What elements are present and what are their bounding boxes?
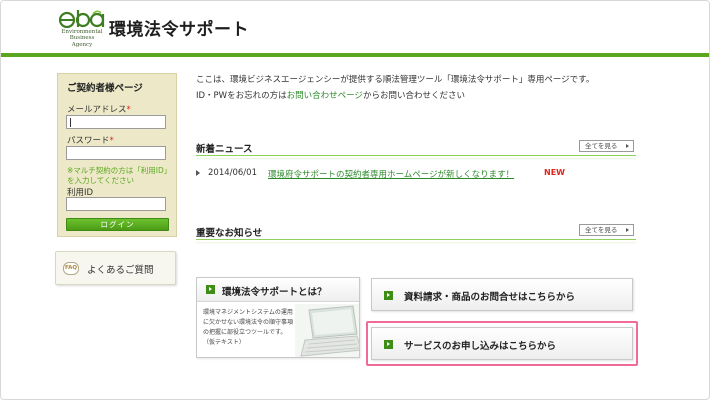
notices-section-title: 重要なお知らせ	[196, 228, 263, 239]
laptop-image	[295, 304, 359, 357]
eba-logo-icon	[59, 10, 105, 29]
notices-see-all-button[interactable]: 全てを見る	[579, 224, 634, 236]
faq-label: よくあるご質問	[87, 265, 154, 276]
login-panel: ご契約者様ページ メールアドレス* パスワード* ※マルチ契約の方は「利用ID」…	[57, 73, 177, 237]
news-link[interactable]: 環境府令サポートの契約者専用ホームページが新しくなります！	[268, 168, 514, 180]
news-section-title: 新着ニュース	[196, 144, 253, 155]
about-card-header: 環境法令サポートとは？	[197, 278, 359, 302]
arrow-right-icon	[626, 228, 629, 232]
text-caret	[70, 118, 71, 127]
intro-forgot-text: ID・PWをお忘れの方はお問い合わせページからお問い合わせください	[196, 91, 465, 101]
about-title: 環境法令サポートとは？	[222, 287, 327, 298]
password-label: パスワード*	[67, 136, 114, 146]
faq-button[interactable]: FAQ よくあるご質問	[55, 251, 176, 285]
logo-subtext: Environmental Business Agency	[61, 29, 103, 48]
highlight-box	[366, 321, 638, 366]
site-header: Environmental Business Agency 環境法令サポート	[1, 1, 709, 53]
required-mark: *	[109, 136, 114, 146]
password-field[interactable]	[66, 146, 166, 160]
faq-icon: FAQ	[63, 262, 79, 275]
news-date: 2014/06/01	[208, 168, 257, 178]
new-badge: NEW	[544, 168, 565, 177]
green-arrow-icon	[206, 285, 215, 294]
required-mark: *	[126, 105, 131, 115]
bullet-triangle-icon	[196, 170, 200, 176]
login-button[interactable]: ログイン	[66, 218, 169, 231]
contact-page-link[interactable]: お問い合わせページ	[287, 91, 363, 101]
multi-contract-note: ※マルチ契約の方は「利用ID」を入力してください	[67, 166, 168, 185]
site-title: 環境法令サポート	[109, 20, 249, 40]
news-item: 2014/06/01 環境府令サポートの契約者専用ホームページが新しくなります！…	[196, 168, 636, 180]
green-arrow-icon	[384, 291, 393, 300]
login-title: ご契約者様ページ	[67, 83, 143, 94]
header-divider	[1, 53, 709, 57]
about-card[interactable]: 環境法令サポートとは？ 環境マネジメントシステムの運用に欠かせない環境法令の順守…	[196, 277, 360, 358]
request-info-label: 資料請求・商品のお問合せはこちらから	[404, 292, 576, 303]
request-info-button[interactable]: 資料請求・商品のお問合せはこちらから	[371, 278, 633, 311]
notices-divider	[196, 239, 636, 247]
news-see-all-button[interactable]: 全てを見る	[579, 140, 634, 152]
intro-text: ここは、環境ビジネスエージェンシーが提供する順法管理ツール「環境法令サポート」専…	[196, 75, 595, 85]
email-label: メールアドレス*	[67, 105, 131, 115]
about-description: 環境マネジメントシステムの運用に欠かせない環境法令の順守事項の把握に部役立つツー…	[203, 309, 294, 346]
page-frame: Environmental Business Agency 環境法令サポート ご…	[0, 0, 710, 400]
news-divider	[196, 155, 636, 163]
user-id-field[interactable]	[66, 197, 166, 211]
arrow-right-icon	[626, 144, 629, 148]
email-field[interactable]	[66, 115, 166, 129]
eba-logo[interactable]: Environmental Business Agency	[59, 9, 105, 49]
